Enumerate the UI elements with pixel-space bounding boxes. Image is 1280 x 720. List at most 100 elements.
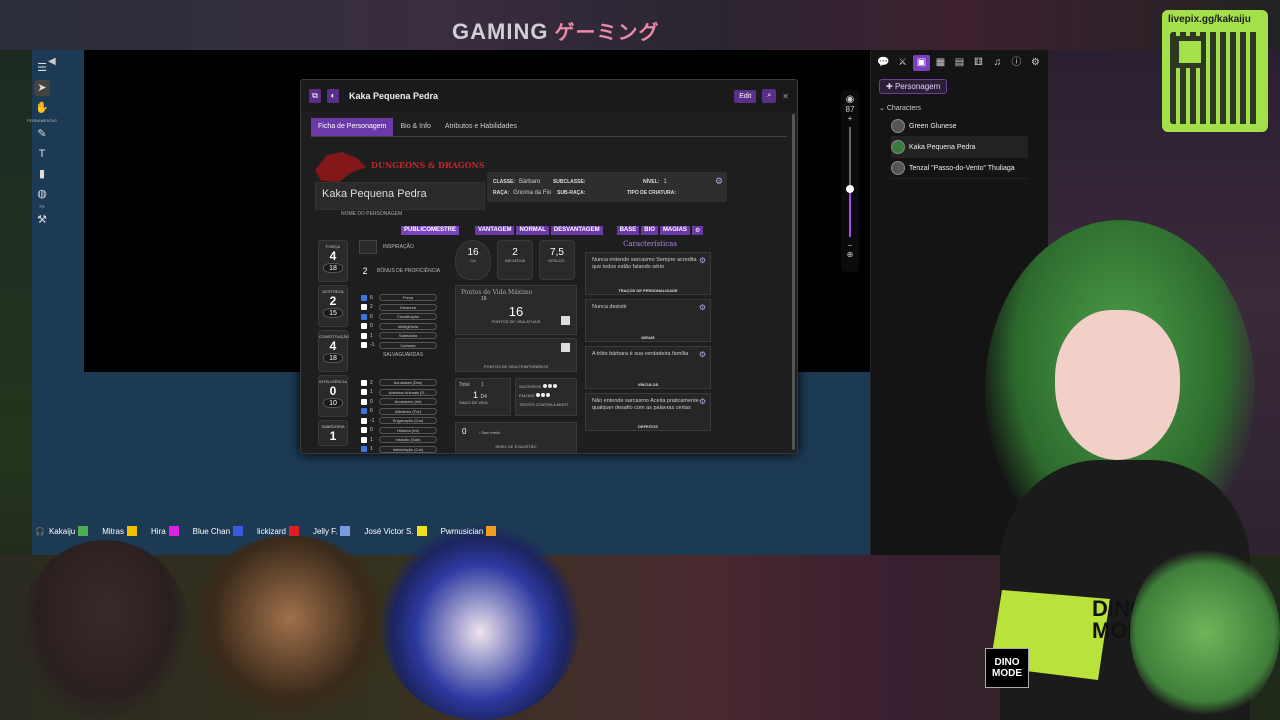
link-icon[interactable]: ⧉ [309, 89, 321, 103]
list-item[interactable]: Green Glunese [891, 116, 1028, 137]
mode-desvantagem[interactable]: DESVANTAGEM [550, 226, 603, 235]
save-row[interactable]: -1 Carisma [361, 341, 445, 351]
items-tab-icon[interactable]: ▦ [932, 55, 949, 71]
trait-bonds[interactable]: A tribo bárbara é sua verdadeira família… [585, 346, 711, 389]
skill-checkbox[interactable] [361, 417, 367, 424]
note-icon[interactable]: ▮ [34, 166, 50, 182]
attribute-constituicao[interactable]: CONSTITUIÇÃO 4 18 [318, 330, 349, 372]
character-name-field[interactable]: Kaka Pequena Pedra [315, 182, 485, 210]
hp-toggle-icon[interactable] [561, 316, 570, 325]
skill-checkbox[interactable] [361, 427, 367, 434]
skill-checkbox[interactable] [361, 436, 367, 443]
level-value[interactable]: 1 [663, 179, 666, 185]
mode-magias[interactable]: MAGIAS [659, 226, 690, 235]
globe-icon[interactable]: ◍ [34, 186, 50, 202]
token-icon[interactable]: ◐ [327, 89, 339, 103]
zoom-out-icon[interactable]: − [848, 241, 853, 250]
skill-row[interactable]: -1 Enganação (Car) [361, 416, 445, 426]
mode-settings-gear-icon[interactable]: ⚙ [691, 226, 704, 235]
add-character-button[interactable]: ✚ Personagem [879, 79, 948, 94]
collapse-arrow-icon[interactable]: ◀ [48, 56, 56, 67]
race-value[interactable]: Gnoma da Flo [513, 190, 553, 196]
skill-row[interactable]: 1 Intuição (Sab) [361, 435, 445, 445]
attribute-inteligencia[interactable]: INTELIGÊNCIA 0 10 [318, 375, 348, 417]
exhaustion-value[interactable]: 0 [462, 427, 466, 436]
journal-tab-icon[interactable]: ▤ [951, 55, 968, 71]
characters-folder[interactable]: ⌄ Characters [879, 104, 1040, 112]
mode-normal[interactable]: NORMAL [516, 226, 549, 235]
speed[interactable]: 7,5 DESLOC. [539, 240, 575, 280]
tab-ficha[interactable]: Ficha de Personagem [311, 118, 394, 136]
class-value[interactable]: Bárbaro [519, 179, 549, 185]
brush-icon[interactable]: ✎ [34, 126, 50, 142]
gear-icon[interactable]: ⚙ [699, 350, 706, 359]
temp-hit-points[interactable]: PONTOS DE VIDA TEMPORÁRIOS [455, 338, 577, 372]
save-row[interactable]: 2 Destreza [361, 303, 445, 313]
attribute-forca[interactable]: FORÇA 4 18 [318, 240, 348, 282]
attribute-destreza[interactable]: DESTREZA 2 15 [318, 285, 348, 327]
save-row[interactable]: 6 Constituição [361, 312, 445, 322]
save-checkbox[interactable] [361, 342, 367, 349]
initiative[interactable]: 2 INICIATIVA [497, 240, 533, 280]
edit-button[interactable]: Edit [734, 89, 757, 103]
hp-current[interactable]: 16 [461, 304, 571, 319]
mode-vantagem[interactable]: VANTAGEM [475, 226, 515, 235]
sheet-header[interactable]: ⧉ ◐ Kaka Pequena Pedra Edit ⌕ ✕ [301, 80, 797, 112]
actors-tab-icon[interactable]: ▣ [913, 55, 930, 71]
hit-points[interactable]: Pontos de Vida Máximo 16 16 PONTOS DE VI… [455, 285, 577, 335]
zoom-slider[interactable] [846, 127, 854, 237]
scrollbar[interactable] [792, 114, 795, 450]
temp-hp-toggle-icon[interactable] [561, 343, 570, 352]
gear-icon[interactable]: ⚙ [699, 256, 706, 265]
skill-row[interactable]: 6 Atletismo (For) [361, 407, 445, 417]
save-checkbox[interactable] [361, 304, 367, 311]
list-item[interactable]: Kaka Pequena Pedra [891, 137, 1028, 158]
close-icon[interactable]: ✕ [782, 92, 789, 101]
search-icon[interactable]: ⌕ [762, 89, 777, 103]
wand-icon[interactable]: ⚒ [34, 212, 50, 228]
settings-tab-icon[interactable]: ⚙ [1027, 55, 1044, 71]
save-checkbox[interactable] [361, 294, 367, 301]
text-icon[interactable]: T [34, 146, 50, 162]
inspiration-checkbox[interactable] [359, 240, 377, 254]
save-checkbox[interactable] [361, 313, 367, 320]
combat-tab-icon[interactable]: ⚔ [894, 55, 911, 71]
hit-dice[interactable]: Total 1 1 D4 DADO DE VIDA [455, 378, 511, 416]
target-icon[interactable]: ⊕ [847, 250, 854, 259]
tables-tab-icon[interactable]: ⚅ [970, 55, 987, 71]
tab-atributos[interactable]: Atributos e Habilidades [438, 118, 524, 136]
mode-base[interactable]: BASE [616, 226, 640, 235]
trait-personality[interactable]: Nunca entende sarcasmo Sempre acredita q… [585, 252, 711, 295]
save-checkbox[interactable] [361, 332, 367, 339]
skill-row[interactable]: 1 Adestrar Animais (S... [361, 388, 445, 398]
save-row[interactable]: 6 Força [361, 293, 445, 303]
skill-checkbox[interactable] [361, 389, 367, 396]
trait-flaws[interactable]: Não entende sarcasmo Aceita praticamente… [585, 393, 711, 431]
skill-row[interactable]: 0 História (Int) [361, 426, 445, 436]
list-item[interactable]: Tenzal "Passo-do-Vento" Thuliaga [891, 158, 1028, 179]
armor-class[interactable]: 16 CA [455, 240, 491, 280]
mode-publicomestre[interactable]: PUBLICOMESTRE [401, 226, 460, 235]
hand-icon[interactable]: ✋ [34, 100, 50, 116]
death-success-dots[interactable] [543, 384, 558, 388]
death-fail-dots[interactable] [536, 393, 551, 397]
skill-checkbox[interactable] [361, 446, 367, 453]
exhaustion[interactable]: 0 ▫ Sem efeito NÍVEL DE EXAUSTÃO [455, 422, 577, 453]
zoom-in-icon[interactable]: + [848, 114, 853, 123]
chat-tab-icon[interactable]: 💬 [875, 55, 892, 71]
gear-icon[interactable]: ⚙ [699, 397, 706, 406]
skill-row[interactable]: 2 Acrobacia (Des) [361, 378, 445, 388]
skill-row[interactable]: 0 Arcanismo (Int) [361, 397, 445, 407]
skill-checkbox[interactable] [361, 408, 367, 415]
hp-max-value[interactable]: 16 [481, 296, 571, 302]
skill-row[interactable]: 1 Intimidação (Car) [361, 445, 445, 454]
skill-checkbox[interactable] [361, 379, 367, 386]
save-checkbox[interactable] [361, 323, 367, 330]
skill-checkbox[interactable] [361, 398, 367, 405]
trait-ideals[interactable]: Nunca desistir IDEAIS ⚙ [585, 299, 711, 342]
class-settings-gear-icon[interactable]: ⚙ [715, 176, 723, 187]
cards-tab-icon[interactable]: ♫ [989, 55, 1006, 71]
tab-bio[interactable]: Bio & Info [393, 118, 437, 136]
gear-icon[interactable]: ⚙ [699, 303, 706, 312]
mode-bio[interactable]: BIO [641, 226, 658, 235]
